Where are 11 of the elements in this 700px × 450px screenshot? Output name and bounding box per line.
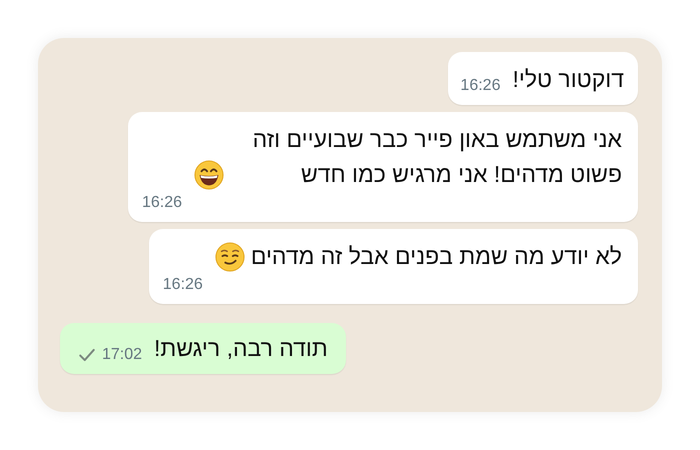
message-time: 16:26 (460, 77, 500, 95)
smiling-face-icon (214, 242, 245, 272)
message-time: 16:26 (162, 276, 203, 294)
message-time: 17:02 (102, 346, 142, 364)
checkmark-icon (78, 346, 96, 364)
message-text: אני משתמש באון פייר כבר שבועיים וזה פשוט מדהים! אני מרגיש כמו חדש (252, 125, 622, 189)
message-text: דוקטור טלי! (512, 65, 624, 94)
message-text: תודה רבה, ריגשת! (154, 334, 328, 363)
grinning-face-icon (194, 160, 224, 190)
message-time: 16:26 (142, 194, 182, 212)
message-text: לא יודע מה שמת בפנים אבל זה מדהים (250, 242, 622, 271)
